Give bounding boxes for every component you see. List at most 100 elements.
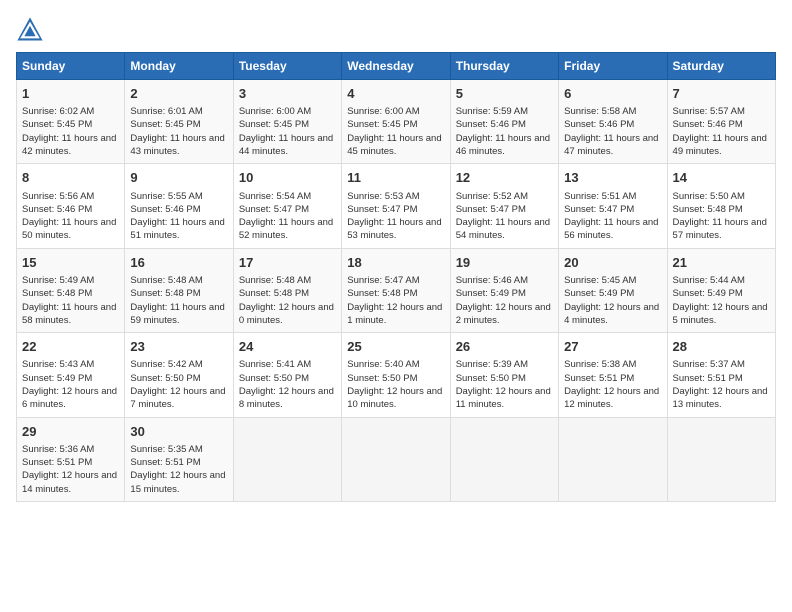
day-number: 22 bbox=[22, 338, 119, 356]
day-number: 21 bbox=[673, 254, 770, 272]
day-number: 2 bbox=[130, 85, 227, 103]
day-number: 6 bbox=[564, 85, 661, 103]
col-saturday: Saturday bbox=[667, 53, 775, 80]
day-number: 14 bbox=[673, 169, 770, 187]
day-number: 1 bbox=[22, 85, 119, 103]
day-info: Sunrise: 5:47 AM Sunset: 5:48 PM Dayligh… bbox=[347, 274, 444, 327]
calendar-cell: 28Sunrise: 5:37 AM Sunset: 5:51 PM Dayli… bbox=[667, 333, 775, 417]
day-number: 24 bbox=[239, 338, 336, 356]
calendar-cell: 19Sunrise: 5:46 AM Sunset: 5:49 PM Dayli… bbox=[450, 248, 558, 332]
week-row-4: 22 Sunrise: 5:43 AM Sunset: 5:49 PM Dayli… bbox=[17, 333, 776, 417]
calendar-cell: 15Sunrise: 5:49 AM Sunset: 5:48 PM Dayli… bbox=[17, 248, 125, 332]
calendar-cell: 27 Sunrise: 5:38 AM Sunset: 5:51 PM Dayli… bbox=[559, 333, 667, 417]
day-info: Sunrise: 5:39 AM Sunset: 5:50 PM Dayligh… bbox=[456, 358, 553, 411]
day-number: 20 bbox=[564, 254, 661, 272]
day-number: 3 bbox=[239, 85, 336, 103]
day-number: 27 bbox=[564, 338, 661, 356]
calendar-cell: 17 Sunrise: 5:48 AM Sunset: 5:48 PM Dayli… bbox=[233, 248, 341, 332]
day-number: 18 bbox=[347, 254, 444, 272]
day-number: 13 bbox=[564, 169, 661, 187]
logo-icon bbox=[16, 16, 44, 44]
calendar-cell: 21 Sunrise: 5:44 AM Sunset: 5:49 PM Dayli… bbox=[667, 248, 775, 332]
col-wednesday: Wednesday bbox=[342, 53, 450, 80]
day-number: 25 bbox=[347, 338, 444, 356]
calendar-cell: 13 Sunrise: 5:51 AM Sunset: 5:47 PM Dayli… bbox=[559, 164, 667, 248]
calendar-cell: 16 Sunrise: 5:48 AM Sunset: 5:48 PM Dayli… bbox=[125, 248, 233, 332]
calendar-cell: 23 Sunrise: 5:42 AM Sunset: 5:50 PM Dayli… bbox=[125, 333, 233, 417]
calendar-cell bbox=[342, 417, 450, 501]
calendar-cell: 9Sunrise: 5:55 AM Sunset: 5:46 PM Daylig… bbox=[125, 164, 233, 248]
day-info: Sunrise: 5:48 AM Sunset: 5:48 PM Dayligh… bbox=[130, 274, 227, 327]
day-info: Sunrise: 5:41 AM Sunset: 5:50 PM Dayligh… bbox=[239, 358, 336, 411]
day-number: 30 bbox=[130, 423, 227, 441]
calendar-cell: 22 Sunrise: 5:43 AM Sunset: 5:49 PM Dayli… bbox=[17, 333, 125, 417]
calendar-cell: 18 Sunrise: 5:47 AM Sunset: 5:48 PM Dayli… bbox=[342, 248, 450, 332]
day-info: Sunrise: 5:46 AM Sunset: 5:49 PM Dayligh… bbox=[456, 274, 553, 327]
calendar-cell: 8 Sunrise: 5:56 AM Sunset: 5:46 PM Daylig… bbox=[17, 164, 125, 248]
day-number: 5 bbox=[456, 85, 553, 103]
calendar-cell: 7 Sunrise: 5:57 AM Sunset: 5:46 PM Daylig… bbox=[667, 80, 775, 164]
day-info: Sunrise: 5:58 AM Sunset: 5:46 PM Dayligh… bbox=[564, 105, 661, 158]
day-info: Sunrise: 5:52 AM Sunset: 5:47 PM Dayligh… bbox=[456, 190, 553, 243]
day-info: Sunrise: 6:00 AM Sunset: 5:45 PM Dayligh… bbox=[347, 105, 444, 158]
calendar-cell bbox=[450, 417, 558, 501]
day-number: 10 bbox=[239, 169, 336, 187]
calendar-cell: 2 Sunrise: 6:01 AM Sunset: 5:45 PM Daylig… bbox=[125, 80, 233, 164]
day-number: 16 bbox=[130, 254, 227, 272]
day-number: 23 bbox=[130, 338, 227, 356]
day-info: Sunrise: 6:00 AM Sunset: 5:45 PM Dayligh… bbox=[239, 105, 336, 158]
day-number: 11 bbox=[347, 169, 444, 187]
day-info: Sunrise: 5:35 AM Sunset: 5:51 PM Dayligh… bbox=[130, 443, 227, 496]
calendar-cell bbox=[233, 417, 341, 501]
col-thursday: Thursday bbox=[450, 53, 558, 80]
calendar-cell: 3 Sunrise: 6:00 AM Sunset: 5:45 PM Daylig… bbox=[233, 80, 341, 164]
day-info: Sunrise: 5:42 AM Sunset: 5:50 PM Dayligh… bbox=[130, 358, 227, 411]
week-row-2: 8 Sunrise: 5:56 AM Sunset: 5:46 PM Daylig… bbox=[17, 164, 776, 248]
day-number: 29 bbox=[22, 423, 119, 441]
col-tuesday: Tuesday bbox=[233, 53, 341, 80]
logo bbox=[16, 16, 48, 44]
calendar-cell: 10 Sunrise: 5:54 AM Sunset: 5:47 PM Dayli… bbox=[233, 164, 341, 248]
day-info: Sunrise: 5:36 AM Sunset: 5:51 PM Dayligh… bbox=[22, 443, 119, 496]
day-number: 26 bbox=[456, 338, 553, 356]
col-monday: Monday bbox=[125, 53, 233, 80]
day-info: Sunrise: 5:43 AM Sunset: 5:49 PM Dayligh… bbox=[22, 358, 119, 411]
day-info: Sunrise: 5:45 AM Sunset: 5:49 PM Dayligh… bbox=[564, 274, 661, 327]
calendar-cell: 25 Sunrise: 5:40 AM Sunset: 5:50 PM Dayli… bbox=[342, 333, 450, 417]
day-info: Sunrise: 5:38 AM Sunset: 5:51 PM Dayligh… bbox=[564, 358, 661, 411]
day-info: Sunrise: 5:40 AM Sunset: 5:50 PM Dayligh… bbox=[347, 358, 444, 411]
day-info: Sunrise: 6:01 AM Sunset: 5:45 PM Dayligh… bbox=[130, 105, 227, 158]
calendar-cell: 1Sunrise: 6:02 AM Sunset: 5:45 PM Daylig… bbox=[17, 80, 125, 164]
day-number: 8 bbox=[22, 169, 119, 187]
day-info: Sunrise: 5:57 AM Sunset: 5:46 PM Dayligh… bbox=[673, 105, 770, 158]
calendar-cell: 24 Sunrise: 5:41 AM Sunset: 5:50 PM Dayli… bbox=[233, 333, 341, 417]
day-info: Sunrise: 5:49 AM Sunset: 5:48 PM Dayligh… bbox=[22, 274, 119, 327]
day-info: Sunrise: 5:53 AM Sunset: 5:47 PM Dayligh… bbox=[347, 190, 444, 243]
week-row-3: 15Sunrise: 5:49 AM Sunset: 5:48 PM Dayli… bbox=[17, 248, 776, 332]
calendar-cell: 5 Sunrise: 5:59 AM Sunset: 5:46 PM Daylig… bbox=[450, 80, 558, 164]
day-number: 4 bbox=[347, 85, 444, 103]
calendar-cell: 20 Sunrise: 5:45 AM Sunset: 5:49 PM Dayli… bbox=[559, 248, 667, 332]
day-info: Sunrise: 5:50 AM Sunset: 5:48 PM Dayligh… bbox=[673, 190, 770, 243]
day-info: Sunrise: 5:55 AM Sunset: 5:46 PM Dayligh… bbox=[130, 190, 227, 243]
calendar-cell bbox=[667, 417, 775, 501]
col-sunday: Sunday bbox=[17, 53, 125, 80]
calendar-cell: 6 Sunrise: 5:58 AM Sunset: 5:46 PM Daylig… bbox=[559, 80, 667, 164]
day-info: Sunrise: 5:56 AM Sunset: 5:46 PM Dayligh… bbox=[22, 190, 119, 243]
day-info: Sunrise: 5:44 AM Sunset: 5:49 PM Dayligh… bbox=[673, 274, 770, 327]
day-info: Sunrise: 5:51 AM Sunset: 5:47 PM Dayligh… bbox=[564, 190, 661, 243]
header bbox=[16, 16, 776, 44]
calendar-cell bbox=[559, 417, 667, 501]
day-number: 12 bbox=[456, 169, 553, 187]
calendar-body: 1Sunrise: 6:02 AM Sunset: 5:45 PM Daylig… bbox=[17, 80, 776, 502]
day-number: 17 bbox=[239, 254, 336, 272]
day-info: Sunrise: 5:48 AM Sunset: 5:48 PM Dayligh… bbox=[239, 274, 336, 327]
day-info: Sunrise: 5:59 AM Sunset: 5:46 PM Dayligh… bbox=[456, 105, 553, 158]
calendar-cell: 30 Sunrise: 5:35 AM Sunset: 5:51 PM Dayli… bbox=[125, 417, 233, 501]
calendar-cell: 26 Sunrise: 5:39 AM Sunset: 5:50 PM Dayli… bbox=[450, 333, 558, 417]
calendar-cell: 11 Sunrise: 5:53 AM Sunset: 5:47 PM Dayli… bbox=[342, 164, 450, 248]
day-info: Sunrise: 5:54 AM Sunset: 5:47 PM Dayligh… bbox=[239, 190, 336, 243]
calendar-table: Sunday Monday Tuesday Wednesday Thursday… bbox=[16, 52, 776, 502]
header-row: Sunday Monday Tuesday Wednesday Thursday… bbox=[17, 53, 776, 80]
day-number: 7 bbox=[673, 85, 770, 103]
